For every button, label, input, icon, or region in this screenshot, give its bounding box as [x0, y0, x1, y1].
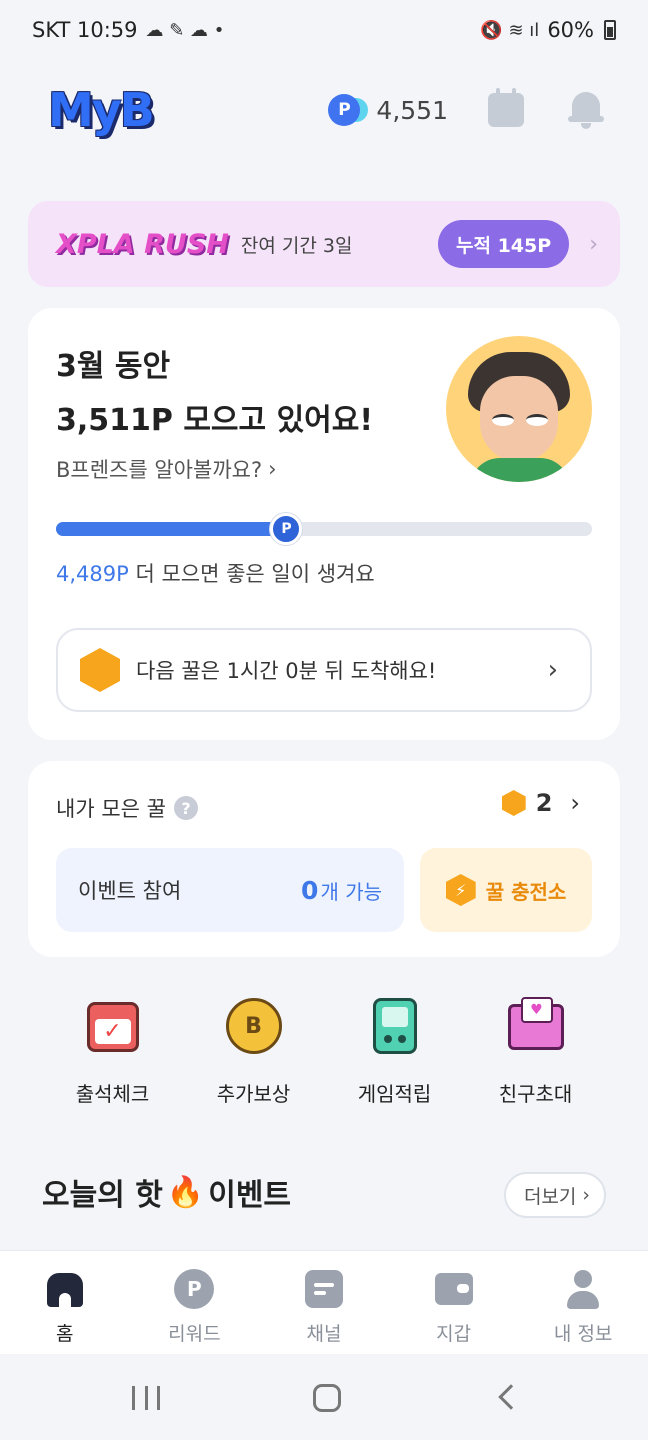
shortcut-label: 추가보상 — [216, 1082, 291, 1106]
app-header: MyB P 4,551 — [0, 70, 648, 150]
progress-knob-icon: P — [270, 513, 303, 545]
nav-wallet[interactable]: 지갑 — [389, 1251, 519, 1354]
help-icon[interactable]: ? — [173, 796, 198, 820]
collected-honey-card: 내가 모은 꿀 ? 2 › 이벤트 참여 0 개 가능 ⚡ 꿀 충전소 — [28, 761, 620, 957]
rush-title: XPLA RUSH — [56, 228, 229, 260]
system-navigation-bar — [0, 1354, 648, 1440]
channel-icon — [304, 1269, 344, 1309]
calendar-check-icon: ✓ — [83, 996, 143, 1056]
honey-charge-station-button[interactable]: ⚡ 꿀 충전소 — [420, 848, 592, 932]
points-progress-bar: P — [56, 513, 592, 545]
app-logo[interactable]: MyB — [48, 83, 155, 137]
notification-icons: ☁ ✎ ☁ • — [145, 19, 225, 41]
more-label: 더보기 — [523, 1185, 577, 1208]
event-participation-button[interactable]: 이벤트 참여 0 개 가능 — [56, 848, 404, 932]
nav-my-info[interactable]: 내 정보 — [518, 1251, 648, 1354]
shortcut-invite-friends[interactable]: ♥ 친구초대 — [465, 990, 606, 1110]
nav-reward[interactable]: P 리워드 — [130, 1251, 260, 1354]
fire-icon: 🔥 — [166, 1174, 205, 1210]
honey-count: 2 — [535, 789, 553, 817]
signal-icons: 🔇 ≋ ıl — [480, 19, 540, 41]
nav-label: 내 정보 — [553, 1323, 613, 1345]
remaining-points: 4,489P — [56, 562, 129, 586]
profile-icon — [563, 1269, 603, 1309]
chevron-right-icon: › — [547, 655, 558, 685]
section-title-hot-events: 오늘의 핫 🔥 이벤트 — [42, 1170, 291, 1214]
bell-icon[interactable] — [568, 90, 604, 130]
rush-accumulated-badge: 누적 145P — [438, 220, 570, 268]
battery-percent: 60% — [547, 18, 594, 42]
point-balance-chip[interactable]: P 4,551 — [328, 94, 448, 126]
back-icon[interactable] — [498, 1384, 524, 1410]
nav-label: 채널 — [306, 1323, 342, 1345]
hot-events-title-suffix: 이벤트 — [208, 1178, 292, 1213]
headline-line2: 3,511P 모으고 있어요! — [56, 403, 374, 438]
honey-hex-icon — [501, 790, 526, 816]
nav-label: 지갑 — [436, 1323, 472, 1345]
collected-honey-title: 내가 모은 꿀 ? — [56, 793, 198, 823]
progress-note: 4,489P 더 모으면 좋은 일이 생겨요 — [56, 558, 375, 588]
character-avatar[interactable] — [446, 336, 592, 482]
shortcut-attendance[interactable]: ✓ 출석체크 — [42, 990, 183, 1110]
rush-remaining: 잔여 기간 3일 — [240, 234, 353, 257]
lightning-icon: ⚡ — [445, 874, 476, 906]
b-friends-link[interactable]: B프렌즈를 알아볼까요? › — [56, 454, 277, 484]
monthly-points-card: 3월 동안 3,511P 모으고 있어요! B프렌즈를 알아볼까요? › P 4… — [28, 308, 620, 740]
b-friends-link-label: B프렌즈를 알아볼까요? — [56, 458, 263, 482]
honey-count-link[interactable]: 2 › — [501, 789, 580, 817]
shortcut-label: 친구초대 — [498, 1082, 573, 1106]
reward-p-icon: P — [174, 1269, 215, 1309]
hot-events-title: 오늘의 핫 — [42, 1178, 163, 1213]
xpla-rush-banner[interactable]: XPLA RUSH 잔여 기간 3일 누적 145P › — [28, 201, 620, 287]
invite-envelope-icon: ♥ — [506, 996, 566, 1056]
chevron-right-icon: › — [268, 457, 277, 481]
point-balance: 4,551 — [376, 95, 448, 125]
shortcut-game-earn[interactable]: 게임적립 — [324, 990, 465, 1110]
shortcut-row: ✓ 출석체크 B 추가보상 게임적립 ♥ 친구초대 — [0, 990, 648, 1110]
next-honey-label: 다음 꿀은 1시간 0분 뒤 도착해요! — [136, 659, 437, 683]
recent-apps-icon[interactable] — [132, 1386, 160, 1410]
status-bar: SKT 10:59 ☁ ✎ ☁ • 🔇 ≋ ıl 60% — [0, 0, 648, 60]
next-honey-button[interactable]: 다음 꿀은 1시간 0분 뒤 도착해요! › — [56, 628, 592, 712]
monthly-points-headline: 3월 동안 3,511P 모으고 있어요! — [56, 340, 373, 448]
bottom-navigation: 홈 P 리워드 채널 지갑 내 정보 — [0, 1250, 648, 1354]
shortcut-label: 출석체크 — [75, 1082, 150, 1106]
chevron-right-icon: › — [582, 1184, 590, 1206]
wallet-icon — [434, 1269, 474, 1309]
chevron-right-icon: › — [570, 789, 580, 817]
event-participation-label: 이벤트 참여 — [78, 879, 182, 903]
nav-channel[interactable]: 채널 — [259, 1251, 389, 1354]
more-button[interactable]: 더보기 › — [503, 1172, 606, 1218]
honey-hex-icon — [80, 648, 120, 692]
event-available-unit: 개 가능 — [320, 879, 382, 904]
nav-label: 리워드 — [168, 1323, 221, 1345]
progress-fill — [56, 522, 287, 536]
nav-home[interactable]: 홈 — [0, 1251, 130, 1354]
shortcut-label: 게임적립 — [357, 1082, 432, 1106]
status-time: SKT 10:59 — [32, 18, 138, 42]
progress-note-text: 더 모으면 좋은 일이 생겨요 — [128, 562, 375, 586]
event-available-count: 0 — [301, 875, 319, 905]
game-console-icon — [365, 996, 425, 1056]
home-icon — [45, 1269, 85, 1309]
nav-label: 홈 — [56, 1323, 74, 1345]
point-coin-icon: P — [328, 94, 369, 126]
home-button-icon[interactable] — [313, 1384, 341, 1412]
headline-line1: 3월 동안 — [56, 349, 171, 384]
battery-icon — [604, 20, 616, 40]
shortcut-extra-reward[interactable]: B 추가보상 — [183, 990, 324, 1110]
honey-charge-label: 꿀 충전소 — [485, 879, 567, 904]
chevron-right-icon: › — [589, 231, 598, 257]
calendar-icon[interactable] — [488, 88, 524, 127]
collected-honey-label: 내가 모은 꿀 — [56, 797, 166, 821]
b-coin-icon: B — [224, 996, 284, 1056]
